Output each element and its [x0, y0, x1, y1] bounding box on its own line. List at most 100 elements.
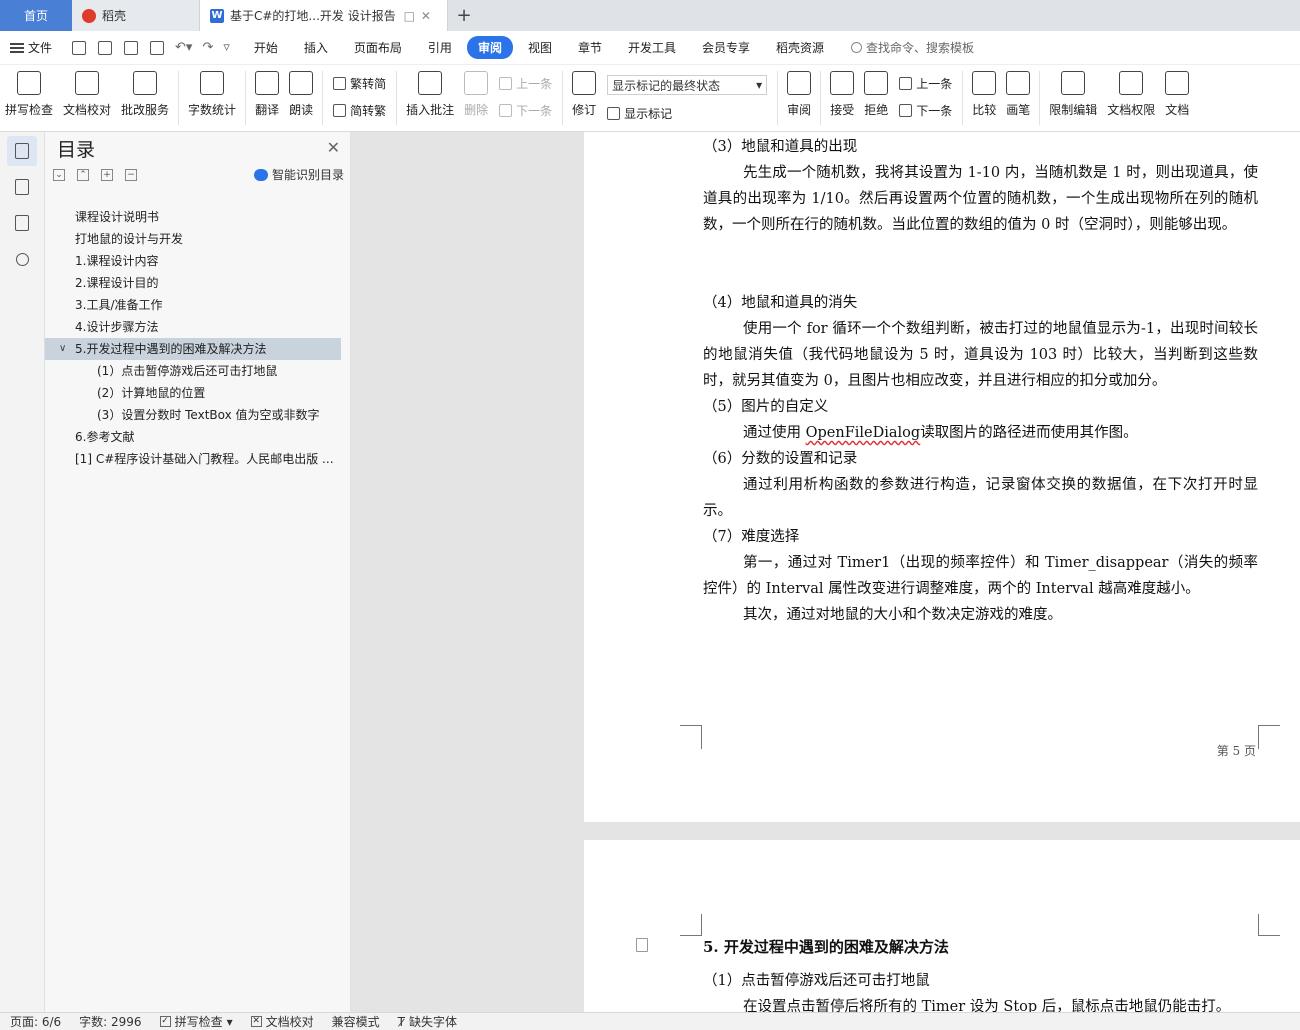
spell-check-button[interactable]: 拼写检查 [0, 71, 58, 118]
missing-font-button[interactable]: T̷ 缺失字体 [398, 1013, 457, 1030]
toc-item[interactable]: (3）设置分数时 TextBox 值为空或非数字 [45, 404, 341, 426]
spell-check-toggle[interactable]: ✓ 拼写检查 ▾ [159, 1013, 233, 1030]
menu-tab-2[interactable]: 页面布局 [343, 36, 413, 59]
document-canvas[interactable]: （3）地鼠和道具的出现 先生成一个随机数，我将其设置为 1-10 内，当随机数是 … [351, 132, 1300, 1012]
paragraph: 第一，通过对 Timer1（出现的频率控件）和 Timer_disappear（… [703, 555, 1258, 597]
file-menu-label: 文件 [28, 41, 53, 55]
toc-header: 目录 ✕ [45, 132, 350, 164]
customize-chevron-icon[interactable]: ▿ [223, 40, 230, 55]
toc-item[interactable]: 6.参考文献 [45, 426, 341, 448]
new-tab-button[interactable]: + [448, 0, 480, 31]
menu-tab-8[interactable]: 会员专享 [691, 36, 761, 59]
compare-button[interactable]: 比较 [967, 71, 1001, 118]
page-indicator[interactable]: 页面: 6/6 [10, 1013, 61, 1030]
chevron-down-icon[interactable]: ∨ [59, 338, 66, 360]
trad-to-simp-button[interactable]: 繁转简 [333, 75, 386, 92]
chinese-conversion-group: 繁转简 简转繁 [327, 71, 392, 119]
doc-more-button[interactable]: 文档 [1160, 71, 1194, 118]
word-count-indicator[interactable]: 字数: 2996 [79, 1013, 141, 1030]
add-heading-icon[interactable]: + [101, 169, 113, 181]
tab-close-icon[interactable]: □✕ [404, 9, 437, 23]
toc-item[interactable]: (1）点击暂停游戏后还可击打地鼠 [45, 360, 341, 382]
doc-permission-button[interactable]: 文档权限 [1102, 71, 1160, 118]
toc-item[interactable]: 课程设计说明书 [45, 206, 341, 228]
review-pane-button[interactable]: 审阅 [782, 71, 816, 118]
restrict-edit-button[interactable]: 限制编辑 [1044, 71, 1102, 118]
toc-item[interactable]: (2）计算地鼠的位置 [45, 382, 341, 404]
prev-change-button[interactable]: 上一条 [899, 75, 952, 92]
toc-item-label: (2）计算地鼠的位置 [97, 386, 206, 400]
search-icon [851, 42, 863, 53]
proofread-toggle[interactable]: ✕ 文档校对 [250, 1013, 314, 1030]
doc-permission-label: 文档权限 [1107, 103, 1156, 117]
print-preview-icon[interactable] [150, 40, 165, 55]
toc-item[interactable]: 打地鼠的设计与开发 [45, 228, 341, 250]
misspelled-word[interactable]: OpenFileDialog [806, 425, 921, 441]
toc-item[interactable]: ∨ 5.开发过程中遇到的困难及解决方法 [45, 338, 341, 360]
page-body[interactable]: 5. 开发过程中遇到的困难及解决方法 （1）点击暂停游戏后还可击打地鼠 在设置点… [703, 934, 1258, 1012]
insert-comment-button[interactable]: 插入批注 [401, 71, 459, 118]
track-changes-button[interactable]: 修订 [567, 71, 601, 118]
read-aloud-label: 朗读 [289, 103, 314, 117]
translate-button[interactable]: 翻译 [250, 71, 284, 118]
document-page[interactable]: 5. 开发过程中遇到的困难及解决方法 （1）点击暂停游戏后还可击打地鼠 在设置点… [584, 840, 1300, 1012]
menu-tab-9[interactable]: 稻壳资源 [765, 36, 835, 59]
undo-icon[interactable]: ↶▾ [175, 40, 192, 55]
delete-comment-button[interactable]: 删除 [459, 71, 493, 118]
menu-tab-6[interactable]: 章节 [567, 36, 613, 59]
review-service-button[interactable]: 批改服务 [116, 71, 174, 118]
next-change-button[interactable]: 下一条 [899, 102, 952, 119]
toc-item[interactable]: 1.课程设计内容 [45, 250, 341, 272]
read-aloud-button[interactable]: 朗读 [284, 71, 318, 118]
print-icon[interactable] [124, 40, 139, 55]
smart-toc-button[interactable]: 智能识别目录 [253, 166, 344, 183]
toc-item[interactable]: 3.工具/准备工作 [45, 294, 341, 316]
save-icon[interactable] [72, 40, 87, 55]
page-body[interactable]: （3）地鼠和道具的出现 先生成一个随机数，我将其设置为 1-10 内，当随机数是 … [703, 134, 1258, 628]
export-pdf-icon[interactable] [98, 40, 113, 55]
search-panel-button[interactable] [7, 244, 37, 274]
prev-comment-button[interactable]: 上一条 [499, 75, 552, 92]
collapse-all-icon[interactable]: ⌃ [77, 169, 89, 181]
prev-change-icon [899, 77, 913, 90]
remove-heading-icon[interactable]: − [125, 169, 137, 181]
redo-icon[interactable]: ↷ [202, 40, 213, 55]
proofread-button[interactable]: 文档校对 [58, 71, 116, 118]
tab-docer[interactable]: 稻壳 [72, 0, 200, 31]
trad-to-simp-label: 繁转简 [350, 77, 387, 91]
simp-to-trad-button[interactable]: 简转繁 [333, 102, 386, 119]
tab-home[interactable]: 首页 [0, 0, 72, 31]
trad-to-simp-icon [333, 77, 347, 90]
file-menu-button[interactable]: 文件 [10, 39, 52, 56]
menu-tab-7[interactable]: 开发工具 [617, 36, 687, 59]
menu-tab-4[interactable]: 审阅 [466, 36, 513, 59]
menu-tab-3[interactable]: 引用 [417, 36, 463, 59]
subheading: （5）图片的自定义 [703, 399, 829, 415]
toc-item[interactable]: [1] C#程序设计基础入门教程。人民邮电出版 ... [45, 448, 341, 470]
toc-item-label: 打地鼠的设计与开发 [75, 232, 184, 246]
close-icon[interactable]: ✕ [327, 138, 340, 157]
toc-item[interactable]: 2.课程设计目的 [45, 272, 341, 294]
toc-item-label: (1）点击暂停游戏后还可击打地鼠 [97, 364, 278, 378]
reject-button[interactable]: 拒绝 [859, 71, 893, 118]
menu-tab-5[interactable]: 视图 [517, 36, 563, 59]
navigation-panel-button[interactable] [7, 172, 37, 202]
show-markup-button[interactable]: 显示标记 [607, 105, 767, 122]
next-comment-button[interactable]: 下一条 [499, 102, 552, 119]
word-count-button[interactable]: 字数统计 [183, 71, 241, 118]
markup-state-select[interactable]: 显示标记的最终状态 ▾ [607, 75, 768, 95]
command-search[interactable]: 查找命令、搜索模板 [851, 39, 974, 56]
toc-panel-button[interactable] [7, 136, 37, 166]
document-page[interactable]: （3）地鼠和道具的出现 先生成一个随机数，我将其设置为 1-10 内，当随机数是 … [584, 132, 1300, 822]
spell-check-label: 拼写检查 [5, 103, 54, 117]
menu-tab-0[interactable]: 开始 [243, 36, 289, 59]
accept-button[interactable]: 接受 [825, 71, 859, 118]
paragraph-menu-icon[interactable] [636, 938, 648, 952]
proofread-status: 文档校对 [265, 1015, 314, 1029]
pen-button[interactable]: 画笔 [1001, 71, 1035, 118]
tab-document[interactable]: W 基于C#的打地...开发 设计报告 □✕ [200, 0, 448, 31]
toc-item[interactable]: 4.设计步骤方法 [45, 316, 341, 338]
menu-tab-1[interactable]: 插入 [293, 36, 339, 59]
expand-all-icon[interactable]: ⌄ [53, 169, 65, 181]
bookmark-panel-button[interactable] [7, 208, 37, 238]
